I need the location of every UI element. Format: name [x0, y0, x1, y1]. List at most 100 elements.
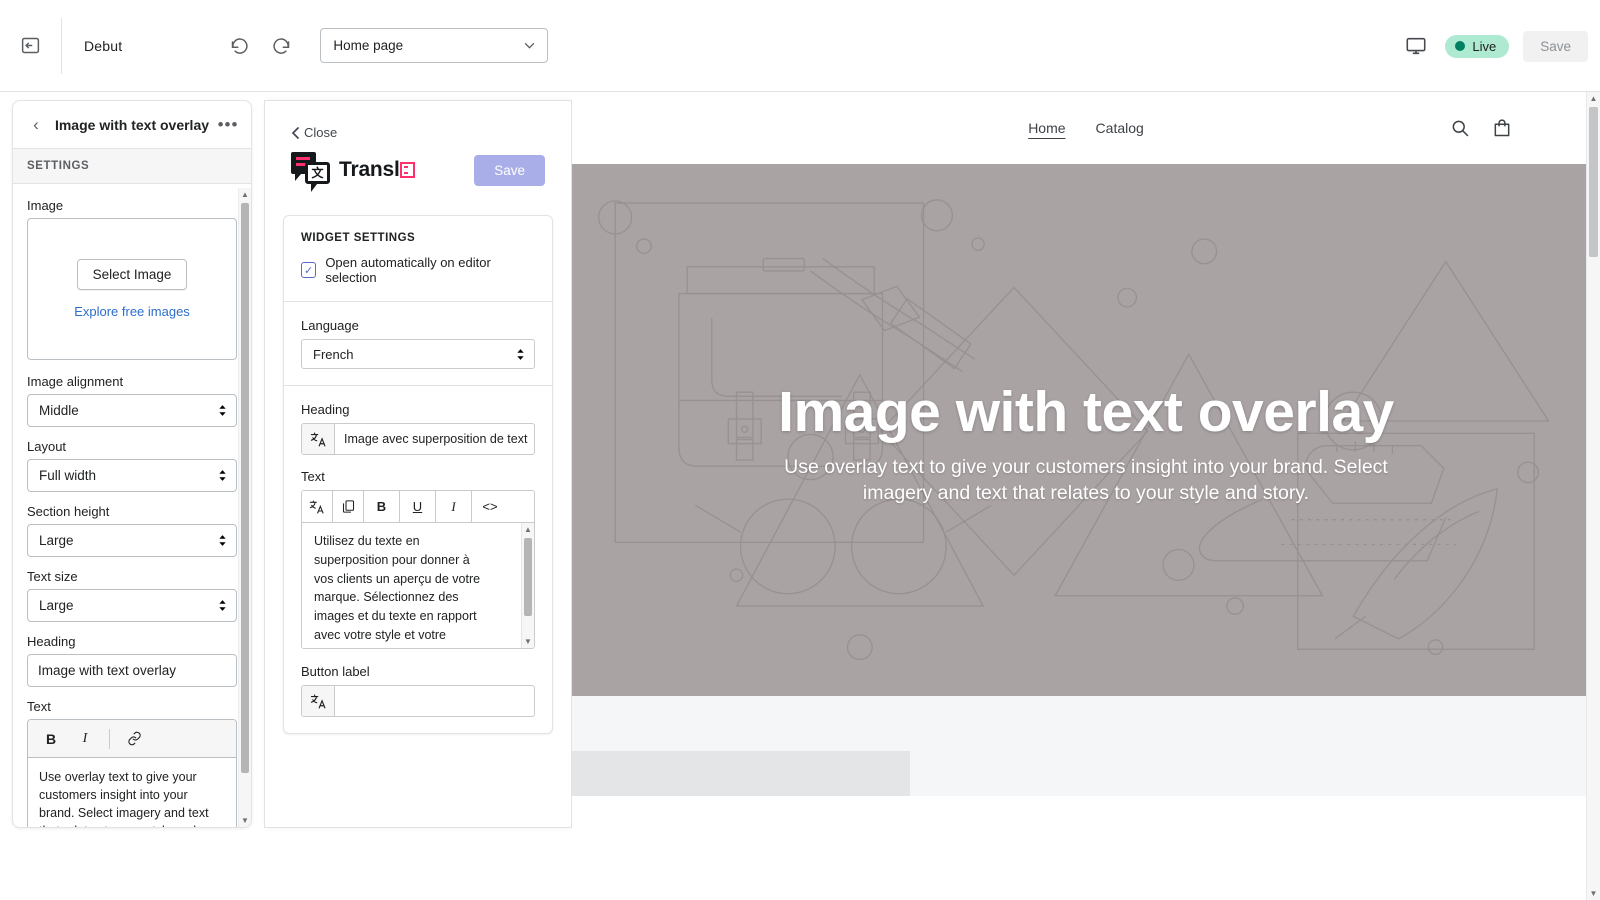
- topbar-actions: Live Save: [1401, 0, 1588, 92]
- translate-text-scrollbar[interactable]: ▲ ▼: [521, 523, 534, 648]
- nav-link-home[interactable]: Home: [1028, 120, 1065, 136]
- section-height-value: Large: [39, 533, 74, 548]
- heading-input[interactable]: Image with text overlay: [27, 654, 237, 687]
- device-preview-button[interactable]: [1401, 31, 1431, 61]
- bold-button[interactable]: B: [364, 491, 400, 522]
- logo-bubble-front: 文: [305, 162, 330, 184]
- nav-link-catalog[interactable]: Catalog: [1096, 120, 1144, 136]
- select-image-button[interactable]: Select Image: [77, 259, 188, 290]
- scroll-down-arrow-icon[interactable]: ▼: [1587, 887, 1600, 900]
- hero-section: Image with text overlay Use overlay text…: [572, 164, 1600, 696]
- page-title: Image with text overlay: [49, 117, 215, 133]
- scroll-down-arrow-icon[interactable]: ▼: [239, 814, 251, 827]
- hero-text-overlay: Image with text overlay Use overlay text…: [572, 382, 1600, 507]
- toolbar-divider: [109, 729, 110, 749]
- live-dot-icon: [1455, 41, 1465, 51]
- hero-heading: Image with text overlay: [608, 382, 1564, 442]
- close-label: Close: [304, 125, 337, 140]
- below-hero-section: [572, 696, 1600, 796]
- explore-free-images-link[interactable]: Explore free images: [74, 304, 190, 319]
- open-automatically-label: Open automatically on editor selection: [325, 255, 535, 285]
- italic-button[interactable]: I: [70, 725, 100, 753]
- open-automatically-row[interactable]: ✓ Open automatically on editor selection: [301, 255, 535, 285]
- logo-e-glyph: [400, 162, 415, 178]
- sidebar-header: ‹ Image with text overlay •••: [13, 101, 251, 149]
- chevron-left-icon[interactable]: ‹: [23, 115, 49, 135]
- image-dropzone[interactable]: Select Image Explore free images: [27, 218, 237, 360]
- close-panel-button[interactable]: Close: [265, 101, 571, 140]
- translate-text-value[interactable]: Utilisez du texte en superposition pour …: [302, 523, 502, 648]
- underline-button[interactable]: U: [400, 491, 436, 522]
- scroll-up-arrow-icon[interactable]: ▲: [1587, 92, 1600, 105]
- scrollbar-thumb[interactable]: [1589, 107, 1598, 257]
- shopping-bag-icon[interactable]: [1492, 118, 1512, 138]
- redo-button[interactable]: [266, 31, 296, 61]
- chevron-left-icon: [291, 127, 299, 139]
- image-field-label: Image: [27, 198, 237, 213]
- page-selector[interactable]: Home page: [320, 28, 548, 63]
- richtext-toolbar: B I: [28, 720, 236, 758]
- translate-widget-panel: Close 文 Transl Save WIDGET SETTINGS ✓ Op…: [264, 100, 572, 828]
- link-icon[interactable]: [119, 725, 149, 753]
- translate-settings-card: WIDGET SETTINGS ✓ Open automatically on …: [283, 215, 553, 734]
- html-code-button[interactable]: <>: [472, 491, 508, 522]
- stepper-icon: [218, 469, 227, 482]
- button-label-label: Button label: [301, 664, 535, 679]
- text-size-value: Large: [39, 598, 74, 613]
- translate-heading-label: Heading: [301, 402, 535, 417]
- scrollbar-thumb[interactable]: [524, 538, 532, 616]
- stepper-icon: [218, 404, 227, 417]
- text-richtext-editor: B I Use overlay text to give your custom…: [27, 719, 237, 828]
- exit-editor-button[interactable]: [13, 29, 47, 63]
- translate-icon[interactable]: [302, 424, 335, 454]
- widget-settings-title: WIDGET SETTINGS: [301, 232, 535, 244]
- translate-icon[interactable]: [302, 491, 333, 522]
- save-button[interactable]: Save: [1523, 31, 1588, 62]
- button-label-input-group: [301, 685, 535, 717]
- button-label-value[interactable]: [335, 686, 534, 716]
- layout-select[interactable]: Full width: [27, 459, 237, 492]
- section-height-select[interactable]: Large: [27, 524, 237, 557]
- storefront-nav-links: Home Catalog: [1028, 120, 1144, 136]
- page-selector-value: Home page: [333, 38, 403, 53]
- translate-icon[interactable]: [302, 686, 335, 716]
- brand-name: Transl: [339, 158, 415, 182]
- scrollbar-thumb[interactable]: [241, 203, 249, 773]
- scroll-up-arrow-icon[interactable]: ▲: [239, 188, 251, 201]
- live-status-badge[interactable]: Live: [1445, 35, 1509, 58]
- transl8-logo-icon: 文: [291, 152, 331, 188]
- text-label: Text: [27, 699, 237, 714]
- undo-icon: [229, 35, 250, 56]
- language-select[interactable]: French: [301, 339, 535, 369]
- language-label: Language: [301, 318, 535, 333]
- bold-button[interactable]: B: [36, 725, 66, 753]
- copy-icon[interactable]: [333, 491, 364, 522]
- language-section: Language French: [284, 301, 552, 385]
- sidebar-scrollbar[interactable]: ▲ ▼: [238, 188, 251, 827]
- image-alignment-select[interactable]: Middle: [27, 394, 237, 427]
- translate-heading-value[interactable]: Image avec superposition de text: [335, 424, 534, 454]
- top-bar: Debut Home page: [0, 0, 1600, 92]
- ellipsis-icon[interactable]: •••: [215, 115, 241, 135]
- scroll-down-arrow-icon[interactable]: ▼: [522, 635, 534, 648]
- brand-logo: 文 Transl: [291, 152, 415, 188]
- undo-button[interactable]: [224, 31, 254, 61]
- layout-label: Layout: [27, 439, 237, 454]
- italic-button[interactable]: I: [436, 491, 472, 522]
- text-richtext-content[interactable]: Use overlay text to give your customers …: [28, 758, 236, 828]
- exit-arrow-icon: [20, 35, 41, 56]
- search-icon[interactable]: [1450, 118, 1470, 138]
- widget-settings-section: WIDGET SETTINGS ✓ Open automatically on …: [284, 216, 552, 301]
- open-automatically-checkbox[interactable]: ✓: [301, 262, 316, 278]
- storefront-nav: Home Catalog: [572, 92, 1600, 164]
- section-height-label: Section height: [27, 504, 237, 519]
- translate-text-toolbar: B U I <>: [302, 491, 534, 522]
- translate-save-button[interactable]: Save: [474, 155, 545, 186]
- language-value: French: [313, 347, 353, 362]
- stepper-icon: [218, 534, 227, 547]
- layout-value: Full width: [39, 468, 96, 483]
- text-size-select[interactable]: Large: [27, 589, 237, 622]
- translate-text-area[interactable]: Utilisez du texte en superposition pour …: [302, 522, 534, 648]
- scroll-up-arrow-icon[interactable]: ▲: [522, 523, 534, 536]
- desktop-icon: [1405, 35, 1427, 57]
